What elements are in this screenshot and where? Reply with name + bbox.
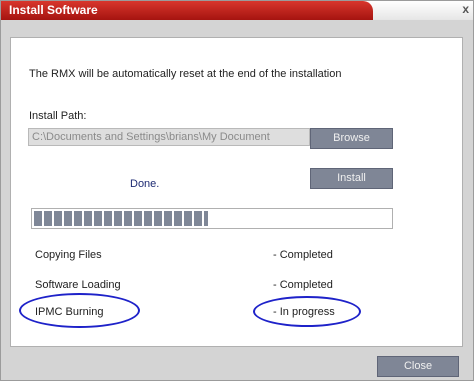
dialog-title: Install Software (9, 3, 98, 17)
content-panel: The RMX will be automatically reset at t… (10, 37, 463, 347)
install-button[interactable]: Install (310, 168, 393, 189)
install-path-label: Install Path: (29, 110, 87, 122)
step-status-copying-files: - Completed (273, 249, 333, 261)
browse-button[interactable]: Browse (310, 128, 393, 149)
progress-fill (34, 211, 208, 226)
install-path-field[interactable]: C:\Documents and Settings\brians\My Docu… (28, 128, 310, 146)
install-software-dialog: Install Software x The RMX will be autom… (0, 0, 474, 381)
step-name-copying-files: Copying Files (35, 249, 102, 261)
title-tab: Install Software (1, 1, 373, 20)
step-status-software-loading: - Completed (273, 279, 333, 291)
install-status-text: Done. (130, 178, 160, 190)
install-progress-bar (31, 208, 393, 229)
highlight-ellipse-in-progress (253, 296, 361, 327)
highlight-ellipse-ipmc-burning (19, 293, 140, 328)
title-bar[interactable]: Install Software x (1, 1, 473, 20)
close-button[interactable]: Close (377, 356, 459, 377)
reset-message: The RMX will be automatically reset at t… (29, 68, 342, 80)
close-icon[interactable]: x (462, 2, 469, 16)
step-name-software-loading: Software Loading (35, 279, 121, 291)
